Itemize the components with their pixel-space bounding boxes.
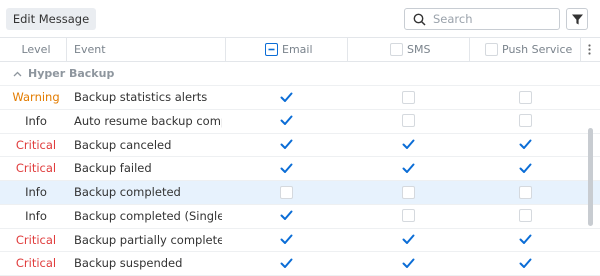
sms-cell [400,252,416,274]
table-row[interactable]: Critical Backup failed [0,157,600,181]
email-checkbox[interactable] [279,185,293,199]
header-push[interactable]: Push Service [485,38,572,61]
sms-checkbox[interactable] [402,138,415,151]
toolbar: Edit Message [0,0,600,38]
email-cell [278,157,294,179]
filter-icon [571,14,583,24]
level-cell: Warning [12,90,60,104]
push-select-all-checkbox[interactable] [485,43,498,56]
level-cell: Critical [15,256,57,271]
chevron-up-icon [13,71,22,76]
push-cell [517,110,533,132]
email-checkbox[interactable] [280,233,293,246]
notification-table: Level Event Email SMS Push Service Hyper… [0,37,600,276]
header-email[interactable]: Email [265,38,313,61]
push-checkbox[interactable] [518,114,532,128]
email-checkbox[interactable] [280,114,293,127]
push-cell [517,252,533,274]
header-push-label: Push Service [502,43,573,56]
header-event[interactable]: Event [74,38,106,61]
level-cell: Critical [15,232,57,247]
email-select-all-checkbox[interactable] [265,43,278,56]
table-row[interactable]: Critical Backup canceled [0,134,600,158]
sms-cell [400,205,416,227]
sms-cell [400,134,416,156]
push-cell [517,86,533,108]
vertical-scrollbar[interactable] [588,128,593,226]
event-cell: Auto resume backup completed [74,113,222,128]
header-email-label: Email [282,43,313,56]
email-cell [278,252,294,274]
table-row[interactable]: Info Auto resume backup completed [0,110,600,134]
email-cell [278,181,294,203]
table-row[interactable]: Info Backup completed [0,181,600,205]
event-cell: Backup completed (Single-v [74,208,222,223]
push-checkbox[interactable] [519,233,532,246]
more-vertical-icon [587,44,591,55]
event-cell: Backup canceled [74,137,172,152]
email-cell [278,205,294,227]
level-cell: Info [25,185,47,199]
group-header-hyper-backup[interactable]: Hyper Backup [0,62,600,86]
table-row[interactable]: Warning Backup statistics alerts [0,86,600,110]
header-sms[interactable]: SMS [390,38,430,61]
push-cell [517,134,533,156]
search-input[interactable] [433,12,543,26]
level-cell: Critical [15,161,57,176]
push-checkbox[interactable] [518,209,532,223]
table-row[interactable]: Info Backup completed (Single-v [0,205,600,229]
push-checkbox[interactable] [519,257,532,270]
push-cell [517,181,533,203]
sms-cell [400,157,416,179]
email-cell [278,229,294,251]
push-checkbox[interactable] [519,162,532,175]
table-body: Warning Backup statistics alerts Info Auto … [0,86,600,276]
email-cell [278,134,294,156]
sms-cell [400,229,416,251]
level-cell: Info [25,113,47,128]
group-label: Hyper Backup [28,67,115,80]
event-cell: Backup suspended [74,256,183,271]
email-checkbox[interactable] [280,162,293,175]
level-cell: Critical [15,137,57,152]
email-checkbox[interactable] [280,91,293,104]
sms-cell [400,86,416,108]
event-cell: Backup statistics alerts [74,90,208,104]
table-row[interactable]: Critical Backup partially completed [0,229,600,253]
sms-checkbox[interactable] [401,209,415,223]
sms-cell [400,110,416,132]
event-cell: Backup completed [74,185,181,199]
level-cell: Info [25,208,47,223]
email-cell [278,110,294,132]
email-checkbox[interactable] [280,209,293,222]
table-header: Level Event Email SMS Push Service [0,37,600,62]
search-box[interactable] [404,8,560,30]
email-cell [278,86,294,108]
sms-cell [400,181,416,203]
push-cell [517,157,533,179]
email-checkbox[interactable] [280,257,293,270]
push-checkbox[interactable] [518,90,532,104]
search-icon [413,13,426,26]
sms-checkbox[interactable] [402,233,415,246]
edit-message-button[interactable]: Edit Message [6,8,96,30]
sms-checkbox[interactable] [401,114,415,128]
sms-select-all-checkbox[interactable] [390,43,403,56]
filter-button[interactable] [566,8,588,30]
sms-checkbox[interactable] [402,162,415,175]
sms-checkbox[interactable] [401,185,415,199]
column-menu-button[interactable] [585,38,593,61]
table-row[interactable]: Critical Backup suspended [0,252,600,276]
header-level[interactable]: Level [0,38,72,61]
event-cell: Backup failed [74,161,152,176]
push-cell [517,229,533,251]
email-checkbox[interactable] [280,138,293,151]
push-checkbox[interactable] [518,185,532,199]
header-sms-label: SMS [407,43,431,56]
event-cell: Backup partially completed [74,232,222,247]
push-checkbox[interactable] [519,138,532,151]
sms-checkbox[interactable] [402,257,415,270]
sms-checkbox[interactable] [401,90,415,104]
push-cell [517,205,533,227]
